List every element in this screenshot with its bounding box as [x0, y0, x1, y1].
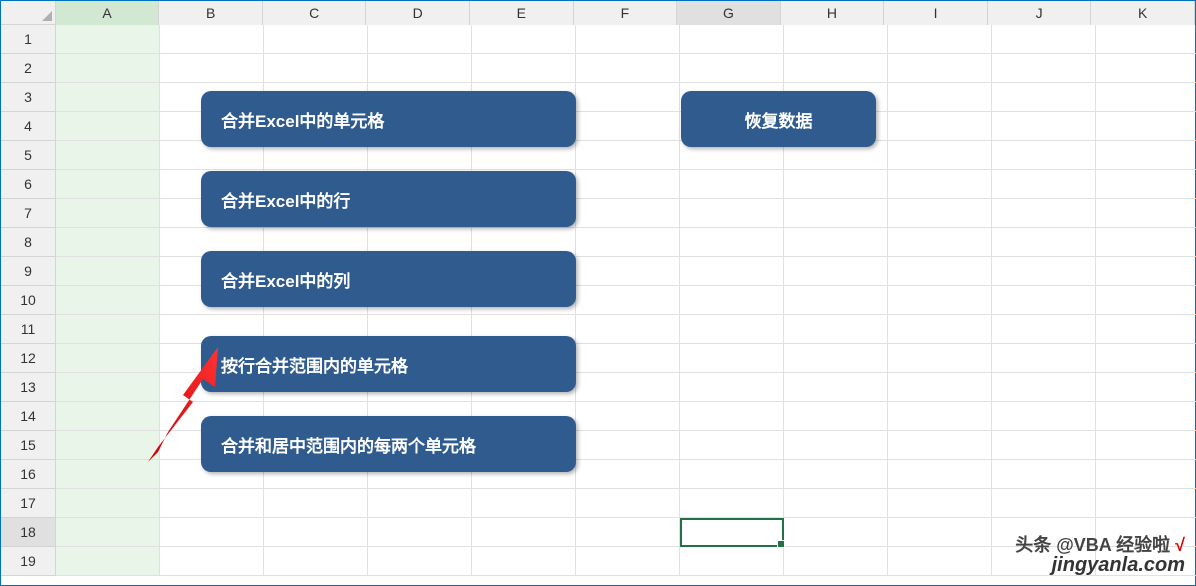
merge-cols-button[interactable]: 合并Excel中的列 — [201, 251, 576, 307]
row-header-6[interactable]: 6 — [1, 170, 56, 199]
row-header-11[interactable]: 11 — [1, 315, 56, 344]
merge-cells-button[interactable]: 合并Excel中的单元格 — [201, 91, 576, 147]
button-label: 合并Excel中的单元格 — [221, 107, 384, 132]
row-header-13[interactable]: 13 — [1, 373, 56, 402]
button-label: 按行合并范围内的单元格 — [221, 352, 408, 377]
row-header-12[interactable]: 12 — [1, 344, 56, 373]
col-header-J[interactable]: J — [988, 1, 1092, 25]
row-header-17[interactable]: 17 — [1, 489, 56, 518]
column-headers-row: A B C D E F G H I J K — [1, 1, 1195, 25]
merge-rows-button[interactable]: 合并Excel中的行 — [201, 171, 576, 227]
row-header-5[interactable]: 5 — [1, 141, 56, 170]
col-header-H[interactable]: H — [781, 1, 885, 25]
col-header-E[interactable]: E — [470, 1, 574, 25]
check-icon: √ — [1175, 535, 1185, 555]
col-header-F[interactable]: F — [574, 1, 678, 25]
row-header-7[interactable]: 7 — [1, 199, 56, 228]
col-header-B[interactable]: B — [159, 1, 263, 25]
spreadsheet-grid: A B C D E F G H I J K 1 2 3 4 5 6 7 8 9 … — [1, 1, 1195, 585]
row-header-15[interactable]: 15 — [1, 431, 56, 460]
button-label: 恢复数据 — [745, 107, 813, 132]
watermark-bottom: jingyanla.com — [1052, 554, 1185, 577]
row-header-2[interactable]: 2 — [1, 54, 56, 83]
button-label: 合并Excel中的列 — [221, 267, 350, 292]
col-header-C[interactable]: C — [263, 1, 367, 25]
col-header-K[interactable]: K — [1091, 1, 1195, 25]
button-label: 合并Excel中的行 — [221, 187, 350, 212]
row-header-18[interactable]: 18 — [1, 518, 56, 547]
row-header-9[interactable]: 9 — [1, 257, 56, 286]
button-label: 合并和居中范围内的每两个单元格 — [221, 432, 476, 457]
col-header-G[interactable]: G — [677, 1, 781, 25]
col-header-D[interactable]: D — [366, 1, 470, 25]
row-header-3[interactable]: 3 — [1, 83, 56, 112]
row-header-1[interactable]: 1 — [1, 25, 56, 54]
col-header-A[interactable]: A — [56, 1, 160, 25]
row-header-8[interactable]: 8 — [1, 228, 56, 257]
select-all-corner[interactable] — [1, 1, 56, 25]
row-headers-col: 1 2 3 4 5 6 7 8 9 10 11 12 13 14 15 16 1… — [1, 25, 56, 585]
row-header-4[interactable]: 4 — [1, 112, 56, 141]
col-header-I[interactable]: I — [884, 1, 988, 25]
row-header-19[interactable]: 19 — [1, 547, 56, 576]
row-header-10[interactable]: 10 — [1, 286, 56, 315]
row-header-14[interactable]: 14 — [1, 402, 56, 431]
restore-data-button[interactable]: 恢复数据 — [681, 91, 876, 147]
row-header-16[interactable]: 16 — [1, 460, 56, 489]
merge-center-every-two-button[interactable]: 合并和居中范围内的每两个单元格 — [201, 416, 576, 472]
merge-range-by-row-button[interactable]: 按行合并范围内的单元格 — [201, 336, 576, 392]
